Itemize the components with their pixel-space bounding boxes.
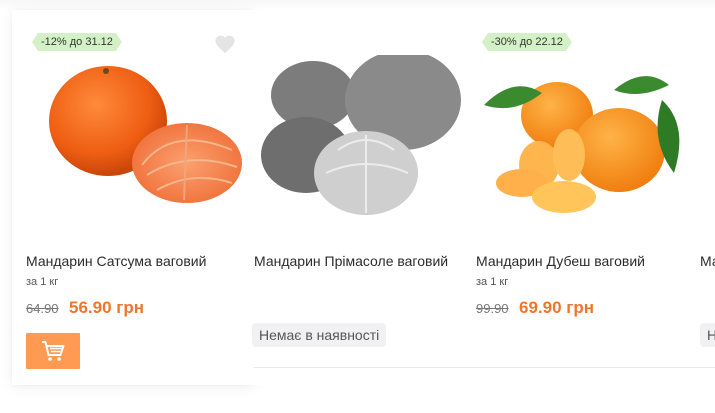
product-image-primasole[interactable] — [258, 55, 478, 220]
heart-icon[interactable] — [214, 34, 236, 54]
product-card-dubesh[interactable]: -30% до 22.12 Мандарин Дубеш ваговий за … — [462, 10, 700, 385]
product-name[interactable]: Мандарин Прімасоле ваговий — [254, 253, 448, 269]
product-card-satsuma[interactable]: -12% до 31.12 Мандарин Сатсума ваговий з… — [12, 10, 254, 385]
current-price: 56.90 грн — [69, 298, 144, 317]
product-image-dubesh[interactable] — [484, 55, 704, 220]
cart-icon — [42, 341, 65, 361]
out-of-stock-badge: Н — [700, 323, 715, 347]
product-name[interactable]: Ма — [700, 253, 715, 269]
top-fade — [0, 0, 715, 10]
discount-badge: -30% до 22.12 — [482, 33, 572, 51]
product-image-satsuma[interactable] — [22, 55, 242, 220]
old-price: 64.90 — [26, 301, 59, 316]
discount-badge: -12% до 31.12 — [32, 33, 122, 51]
product-unit: за 1 кг — [26, 276, 59, 288]
current-price: 69.90 грн — [519, 298, 594, 317]
price-row: 99.90 69.90 грн — [476, 298, 594, 318]
product-card-primasole[interactable]: Мандарин Прімасоле ваговий Немає в наявн… — [244, 10, 482, 385]
price-row: 64.90 56.90 грн — [26, 298, 144, 318]
divider — [254, 367, 715, 368]
product-name[interactable]: Мандарин Дубеш ваговий — [476, 253, 645, 269]
old-price: 99.90 — [476, 301, 509, 316]
product-card-partial[interactable]: Ма Н — [690, 10, 715, 385]
product-unit: за 1 кг — [476, 276, 509, 288]
out-of-stock-badge: Немає в наявності — [252, 323, 387, 347]
add-to-cart-button[interactable] — [26, 333, 80, 369]
product-name[interactable]: Мандарин Сатсума ваговий — [26, 253, 206, 269]
